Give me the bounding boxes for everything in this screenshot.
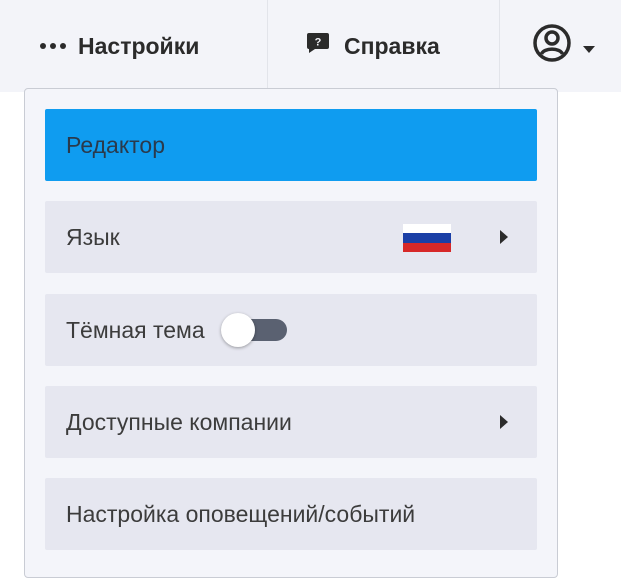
russian-flag-icon [403,224,451,252]
toggle-knob [220,313,255,347]
chevron-right-icon [500,230,508,244]
svg-text:?: ? [315,37,322,49]
menu-item-notification-settings[interactable]: Настройка оповещений/событий [45,478,537,550]
chevron-right-icon [500,415,508,429]
help-label: Справка [344,32,440,59]
menu-item-label: Тёмная тема [66,316,205,343]
menu-item-label: Редактор [66,131,166,158]
more-horizontal-icon [40,43,66,49]
menu-item-available-companies[interactable]: Доступные компании [45,386,537,458]
menu-item-label: Доступные компании [66,408,292,435]
caret-down-icon [582,33,596,60]
top-navbar: Настройки ? Справка [0,0,621,92]
menu-item-editor[interactable]: Редактор [45,109,537,181]
dark-theme-toggle[interactable] [220,313,289,347]
settings-dropdown: Редактор Язык Тёмная тема Доступные комп… [24,88,558,578]
menu-item-dark-theme[interactable]: Тёмная тема [45,294,537,366]
help-bubble-icon: ? [306,32,330,60]
navbar-divider [499,0,500,92]
menu-item-language[interactable]: Язык [45,201,537,273]
help-button[interactable]: ? Справка [306,0,440,92]
settings-label: Настройки [78,32,200,59]
user-menu-button[interactable] [532,0,596,92]
user-circle-icon [532,23,572,69]
menu-item-label: Настройка оповещений/событий [66,500,416,527]
navbar-divider [267,0,268,92]
settings-menu-button[interactable]: Настройки [40,0,199,92]
menu-item-label: Язык [66,223,120,250]
